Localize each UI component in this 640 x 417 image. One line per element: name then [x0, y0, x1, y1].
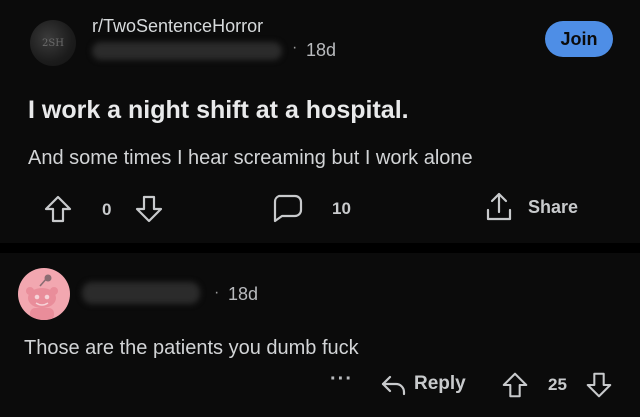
subreddit-name[interactable]: r/TwoSentenceHorror: [92, 16, 263, 37]
comment-card: [0, 253, 640, 417]
share-button[interactable]: Share: [528, 197, 578, 218]
separator: [0, 243, 640, 253]
post-vote-count: 0: [102, 200, 112, 219]
downvote-icon[interactable]: [584, 370, 614, 400]
more-options-button[interactable]: ···: [330, 368, 353, 391]
join-button[interactable]: Join: [545, 21, 613, 57]
snoo-icon: [26, 274, 58, 320]
upvote-icon[interactable]: [42, 193, 74, 225]
post-title[interactable]: I work a night shift at a hospital.: [28, 96, 409, 125]
redacted-username: [92, 42, 282, 60]
commenter-avatar[interactable]: [18, 268, 70, 320]
downvote-icon[interactable]: [133, 193, 165, 225]
separator-dot: ·: [292, 39, 298, 56]
comment-text: Those are the patients you dumb fuck: [24, 337, 359, 359]
share-icon[interactable]: [482, 190, 516, 224]
upvote-icon[interactable]: [500, 370, 530, 400]
comment-vote-count: 25: [548, 375, 567, 394]
comment-age: 18d: [228, 284, 259, 304]
reply-button[interactable]: Reply: [414, 373, 466, 395]
separator-dot: ·: [214, 284, 220, 301]
post-age: 18d: [306, 40, 337, 60]
redacted-commenter: [82, 282, 200, 304]
post-body: And some times I hear screaming but I wo…: [28, 147, 473, 169]
comment-count: 10: [332, 199, 351, 218]
subreddit-avatar[interactable]: 2SH: [30, 20, 76, 66]
comment-icon[interactable]: [270, 192, 304, 224]
subreddit-avatar-text: 2SH: [42, 37, 64, 49]
reply-icon[interactable]: [380, 373, 408, 397]
